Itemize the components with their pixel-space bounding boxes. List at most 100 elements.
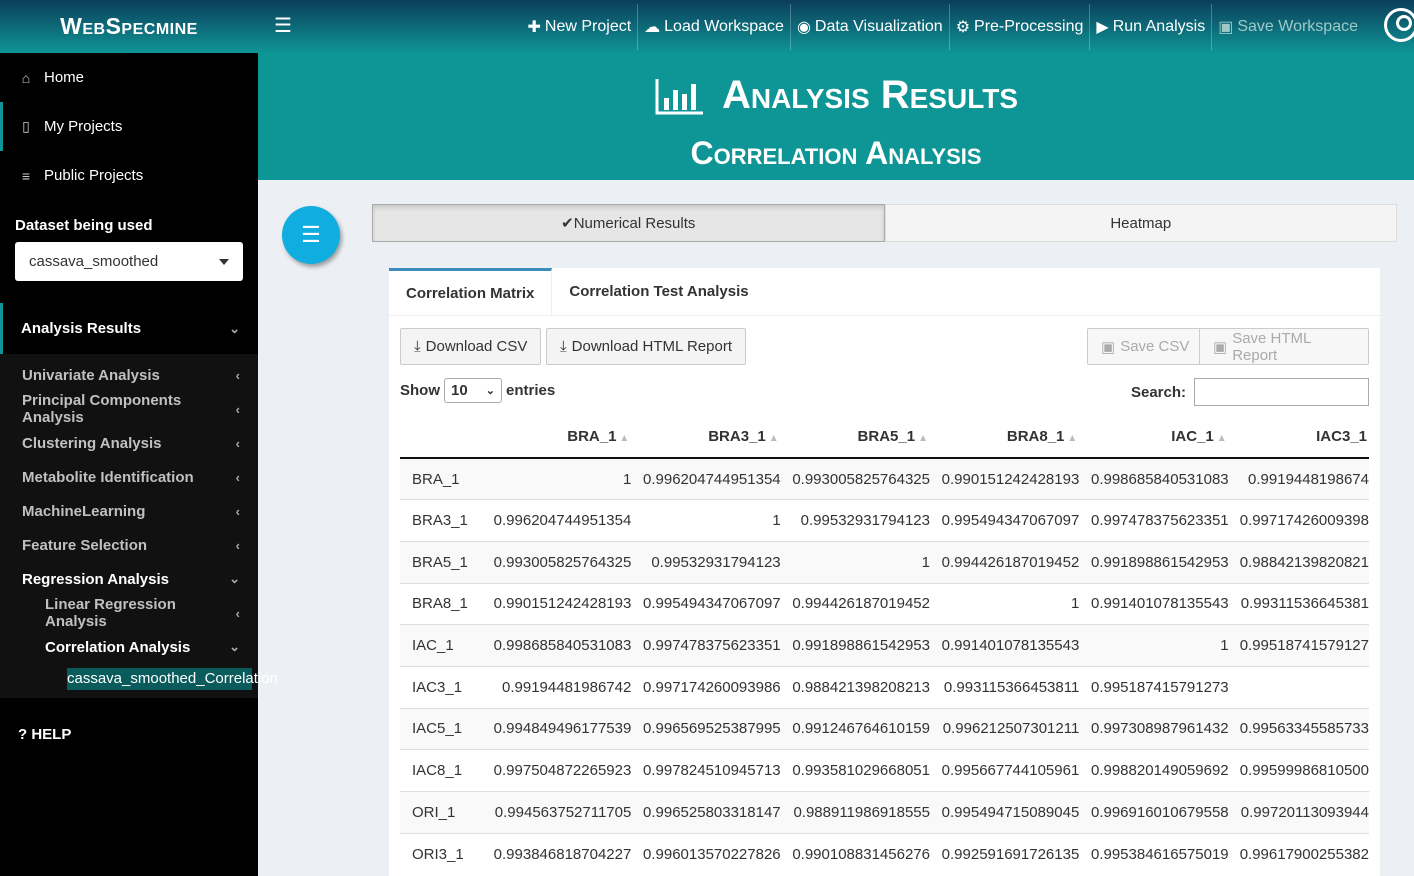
table-row: BRA5_1 0.993005825764325 0.99532931794123 1… — [400, 540, 1369, 584]
table-cell: 0.99563345585733 — [1228, 707, 1369, 750]
sidebar-item-label: Feature Selection — [22, 536, 148, 554]
sidebar-item-regression-analysis[interactable]: Regression Analysis ⌄ — [0, 562, 258, 596]
row-label: ORI_1 — [400, 791, 482, 834]
table-cell: 0.993115366453811 — [929, 665, 1080, 709]
sidebar-item-correlation-analysis[interactable]: Correlation Analysis ⌄ — [0, 630, 258, 664]
sidebar-item-label: Home — [44, 69, 85, 86]
row-label: BRA3_1 — [400, 499, 482, 542]
download-csv-button[interactable]: ⤓ Download CSV — [400, 328, 542, 365]
sidebar-item-clustering-analysis[interactable]: Clustering Analysis ‹ — [0, 426, 258, 460]
table-cell: 0.997308987961432 — [1079, 707, 1229, 750]
table-cell: 0.996204744951354 — [482, 499, 632, 542]
chevron-left-icon: ‹ — [235, 401, 240, 417]
export-toolbar: ⤓ Download CSV ⤓ Download HTML Report ▣ … — [400, 328, 1369, 365]
sidebar-item-label: Clustering Analysis — [22, 434, 162, 452]
tab-heatmap[interactable]: Heatmap — [884, 204, 1397, 242]
sidebar-item-metabolite-identification[interactable]: Metabolite Identification ‹ — [0, 460, 258, 494]
nav-pre-processing-button[interactable]: ⚙ Pre-Processing — [948, 4, 1090, 50]
table-cell: 0.996916010679558 — [1079, 791, 1229, 834]
table-cell: 0.991401078135543 — [1079, 582, 1229, 625]
nav-run-analysis-button[interactable]: ▶ Run Analysis — [1089, 4, 1211, 50]
entries-select[interactable]: 10 ⌄ — [444, 378, 502, 403]
column-header-label: BRA5_1 — [857, 428, 916, 445]
nav-data-visualization-button[interactable]: ◉ Data Visualization — [789, 4, 949, 50]
sidebar: ⌂ Home ▯ My Projects ≡ Public Projects Datase… — [0, 53, 278, 876]
table-cell: 0.993846818704227 — [482, 832, 632, 875]
save-html-report-button[interactable]: ▣ Save HTML Report — [1199, 328, 1369, 365]
sidebar-item-principal-components-analysis[interactable]: Principal Components Analysis ‹ — [0, 392, 258, 426]
correlation-matrix-table: BRA_1 ▲ BRA3_1 ▲ BRA5_1 ▲ BRA8_1 ▲ IAC_1 ▲ IAC3_1 … — [400, 416, 1369, 875]
column-header[interactable] — [400, 416, 482, 459]
nav-save-workspace-button[interactable]: ▣ Save Workspace — [1211, 4, 1364, 50]
table-row: IAC_1 0.998685840531083 0.997478375623351 0… — [400, 624, 1369, 667]
user-account-icon[interactable] — [1384, 8, 1414, 42]
download-icon: ⤓ — [560, 338, 567, 355]
nav-label: Run Analysis — [1112, 18, 1206, 35]
row-label: BRA8_1 — [400, 582, 482, 625]
table-cell: 0.997478375623351 — [1079, 499, 1229, 542]
sidebar-item-analysis-results[interactable]: Analysis Results ⌄ — [0, 303, 258, 354]
table-cell: 0.997824510945713 — [631, 749, 781, 792]
sidebar-item-linear-regression[interactable]: Linear Regression Analysis ‹ — [0, 596, 258, 630]
cloud-upload-icon: ☁ — [644, 19, 661, 36]
table-row: ORI_1 0.994563752711705 0.996525803318147 0… — [400, 791, 1369, 834]
tab-correlation-matrix[interactable]: Correlation Matrix — [389, 268, 553, 315]
sidebar-item-univariate-analysis[interactable]: Univariate Analysis ‹ — [0, 358, 258, 392]
row-label: BRA_1 — [400, 457, 482, 500]
table-cell: 0.995384616575019 — [1079, 832, 1229, 875]
sidebar-item-machinelearning[interactable]: MachineLearning ‹ — [0, 494, 258, 528]
table-cell: 0.997478375623351 — [631, 624, 781, 667]
save-icon: ▣ — [1213, 338, 1228, 356]
button-label: Save HTML Report — [1232, 329, 1311, 364]
sidebar-item-label: Regression Analysis — [22, 570, 170, 588]
brand-logo[interactable]: WebSpecmine — [0, 0, 258, 53]
tab-numerical-results[interactable]: ✔ Numerical Results — [372, 204, 885, 242]
search-label: Search: — [1130, 383, 1186, 401]
column-header-label: IAC_1 — [1171, 428, 1214, 445]
table-cell: 0.994426187019452 — [929, 540, 1080, 584]
table-cell: 0.991898861542953 — [780, 624, 930, 667]
column-header[interactable]: BRA5_1 ▲ — [780, 416, 930, 459]
save-csv-button[interactable]: ▣ Save CSV — [1087, 328, 1204, 365]
sidebar-item-my-projects[interactable]: ▯ My Projects — [0, 102, 258, 151]
page-header: Analysis Results Correlation Analysis — [258, 53, 1414, 180]
sidebar-item-home[interactable]: ⌂ Home — [0, 53, 258, 102]
sidebar-toggle-icon[interactable]: ☰ — [274, 13, 292, 38]
table-cell: 0.994849496177539 — [482, 707, 632, 750]
list-menu-button[interactable]: ☰ — [282, 206, 340, 264]
tab-correlation-test[interactable]: Correlation Test Analysis — [552, 268, 765, 315]
sidebar-item-feature-selection[interactable]: Feature Selection ‹ — [0, 528, 258, 562]
chevron-down-icon: ⌄ — [229, 571, 240, 586]
table-cell: 0.988911986918555 — [780, 791, 930, 834]
nav-new-project-button[interactable]: ✚ New Project — [522, 4, 638, 50]
nav-load-workspace-button[interactable]: ☁ Load Workspace — [637, 4, 790, 50]
table-row: IAC8_1 0.997504872265923 0.997824510945713… — [400, 749, 1369, 792]
home-icon: ⌂ — [21, 69, 31, 86]
sort-icon: ▲ — [918, 433, 928, 444]
table-cell: 0.990151242428193 — [482, 582, 632, 625]
table-cell — [1228, 665, 1369, 709]
column-header[interactable]: BRA8_1 ▲ — [929, 416, 1080, 459]
dataset-select[interactable]: cassava_smoothed — [15, 242, 243, 281]
sidebar-item-label: Public Projects — [44, 167, 144, 184]
sidebar-item-public-projects[interactable]: ≡ Public Projects — [0, 151, 258, 200]
sidebar-item-correlation-result[interactable]: cassava_smoothed_Correlation — [67, 668, 278, 690]
table-cell: 0.988421398208213 — [780, 665, 930, 709]
sidebar-item-label: Analysis Results — [21, 320, 142, 337]
column-header[interactable]: IAC_1 ▲ — [1079, 416, 1229, 459]
column-header-label: BRA8_1 — [1006, 428, 1065, 445]
table-row: BRA8_1 0.990151242428193 0.995494347067097… — [400, 582, 1369, 625]
search-input[interactable] — [1194, 378, 1369, 406]
nav-label: Save Workspace — [1237, 18, 1358, 35]
sidebar-item-label: Linear Regression Analysis — [45, 596, 176, 630]
column-header[interactable]: IAC3_1 — [1228, 416, 1369, 459]
table-cell: 0.998685840531083 — [482, 624, 632, 667]
chevron-left-icon: ‹ — [235, 537, 240, 553]
table-cell: 0.995494347067097 — [929, 499, 1080, 542]
column-header[interactable]: BRA_1 ▲ — [482, 416, 632, 459]
button-label: Download HTML Report — [571, 338, 732, 355]
column-header[interactable]: BRA3_1 ▲ — [631, 416, 781, 459]
download-html-report-button[interactable]: ⤓ Download HTML Report — [546, 328, 746, 365]
help-link[interactable]: ? HELP — [0, 698, 258, 771]
row-label: IAC5_1 — [400, 707, 482, 750]
